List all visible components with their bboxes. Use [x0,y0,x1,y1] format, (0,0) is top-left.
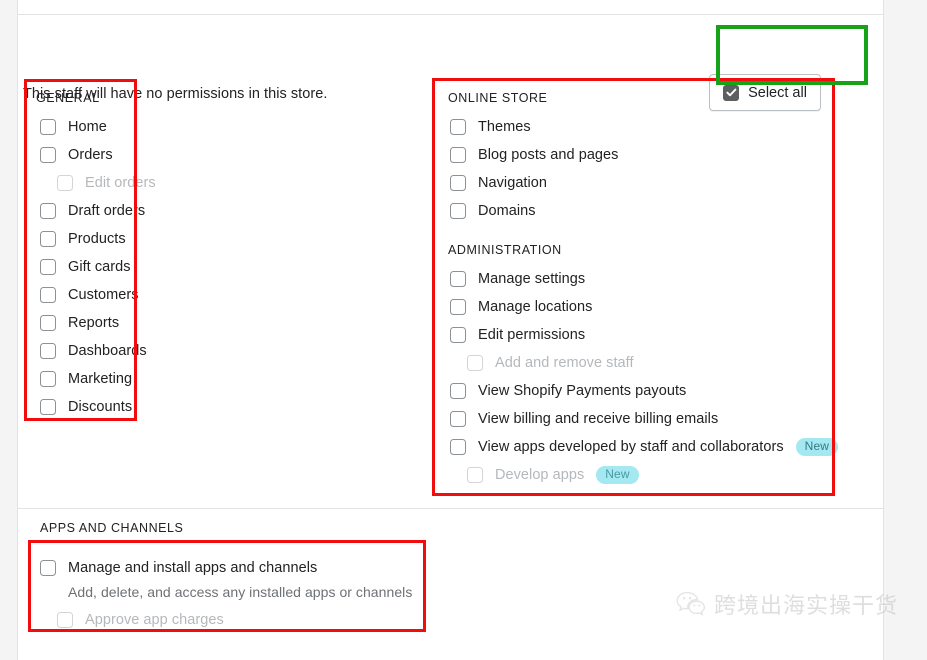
checkbox-manage-settings[interactable] [450,271,466,287]
permission-row-blog-posts-and-pages[interactable]: Blog posts and pages [450,145,618,165]
permission-label: Approve app charges [85,612,224,628]
permission-label: Discounts [68,399,133,415]
permission-row-orders[interactable]: Orders [40,145,113,165]
wechat-icon [676,591,706,617]
badge-new: New [795,438,838,456]
checkbox-dashboards[interactable] [40,343,56,359]
checkbox-approve-app-charges [57,612,73,628]
permission-label: View apps developed by staff and collabo… [478,439,784,455]
permission-label: Navigation [478,175,548,191]
checkbox-develop-apps [467,467,483,483]
permission-label: Edit orders [85,175,156,191]
permission-row-manage-locations[interactable]: Manage locations [450,297,592,317]
checkbox-navigation[interactable] [450,175,466,191]
checkbox-customers[interactable] [40,287,56,303]
permission-label: Manage and install apps and channels [68,560,318,576]
permission-row-view-shopify-payments-payouts[interactable]: View Shopify Payments payouts [450,381,686,401]
watermark: 跨境出海实操干货 [676,588,898,620]
permission-row-edit-permissions[interactable]: Edit permissions [450,325,585,345]
checkbox-view-billing[interactable] [450,411,466,427]
permission-label: Customers [68,287,139,303]
permission-label: Add and remove staff [495,355,634,371]
checkbox-reports[interactable] [40,315,56,331]
permission-label: Dashboards [68,343,147,359]
permission-helper-text: Add, delete, and access any installed ap… [68,584,413,600]
section-heading-general: GENERAL [36,91,100,105]
permission-row-reports[interactable]: Reports [40,313,119,333]
permission-row-view-billing[interactable]: View billing and receive billing emails [450,409,718,429]
checkbox-draft-orders[interactable] [40,203,56,219]
checkbox-edit-orders [57,175,73,191]
permission-label: Home [68,119,107,135]
checkbox-manage-locations[interactable] [450,299,466,315]
badge-new: New [596,466,639,484]
section-heading-online-store: ONLINE STORE [448,91,548,105]
checkbox-products[interactable] [40,231,56,247]
permission-row-view-apps-developed[interactable]: View apps developed by staff and collabo… [450,437,838,457]
checkbox-discounts[interactable] [40,399,56,415]
permission-row-approve-app-charges: Approve app charges [57,610,224,630]
permission-label: Gift cards [68,259,131,275]
permission-row-themes[interactable]: Themes [450,117,531,137]
checkbox-view-shopify-payments-payouts[interactable] [450,383,466,399]
permission-label: View billing and receive billing emails [478,411,719,427]
permission-label: Products [68,231,126,247]
card-divider-top [18,14,883,15]
permission-label: Draft orders [68,203,146,219]
checkmark-icon [723,84,740,101]
permission-label: Themes [478,119,531,135]
permission-label: Blog posts and pages [478,147,619,163]
card-divider-apps-section [18,508,883,509]
permission-row-customers[interactable]: Customers [40,285,139,305]
permission-label: Reports [68,315,120,331]
permission-label: View Shopify Payments payouts [478,383,687,399]
permission-row-domains[interactable]: Domains [450,201,536,221]
permission-label: Domains [478,203,536,219]
section-heading-administration: ADMINISTRATION [448,243,562,257]
permission-row-draft-orders[interactable]: Draft orders [40,201,145,221]
permission-label: Develop apps [495,467,585,483]
checkbox-gift-cards[interactable] [40,259,56,275]
checkbox-marketing[interactable] [40,371,56,387]
select-all-button[interactable]: Select all [709,74,821,111]
permission-label: Marketing [68,371,133,387]
permission-row-gift-cards[interactable]: Gift cards [40,257,131,277]
permission-label: Orders [68,147,113,163]
permission-row-navigation[interactable]: Navigation [450,173,547,193]
permission-label: Manage locations [478,299,593,315]
checkbox-orders[interactable] [40,147,56,163]
permission-row-marketing[interactable]: Marketing [40,369,132,389]
permission-label: Manage settings [478,271,586,287]
checkbox-edit-permissions[interactable] [450,327,466,343]
permission-row-manage-and-install-apps[interactable]: Manage and install apps and channels [40,558,317,578]
checkbox-blog-posts-and-pages[interactable] [450,147,466,163]
select-all-label: Select all [748,84,807,101]
checkbox-home[interactable] [40,119,56,135]
permission-row-discounts[interactable]: Discounts [40,397,132,417]
permission-row-add-and-remove-staff: Add and remove staff [467,353,634,373]
permission-row-develop-apps: Develop apps New [467,465,639,485]
checkbox-domains[interactable] [450,203,466,219]
permission-row-manage-settings[interactable]: Manage settings [450,269,585,289]
watermark-text: 跨境出海实操干货 [714,594,899,619]
permission-row-home[interactable]: Home [40,117,107,137]
checkbox-add-and-remove-staff [467,355,483,371]
permission-row-products[interactable]: Products [40,229,126,249]
permission-row-dashboards[interactable]: Dashboards [40,341,147,361]
checkbox-manage-and-install-apps[interactable] [40,560,56,576]
checkbox-view-apps-developed[interactable] [450,439,466,455]
section-heading-apps-and-channels: APPS AND CHANNELS [40,521,184,535]
permission-row-edit-orders: Edit orders [57,173,156,193]
checkbox-themes[interactable] [450,119,466,135]
permission-label: Edit permissions [478,327,586,343]
